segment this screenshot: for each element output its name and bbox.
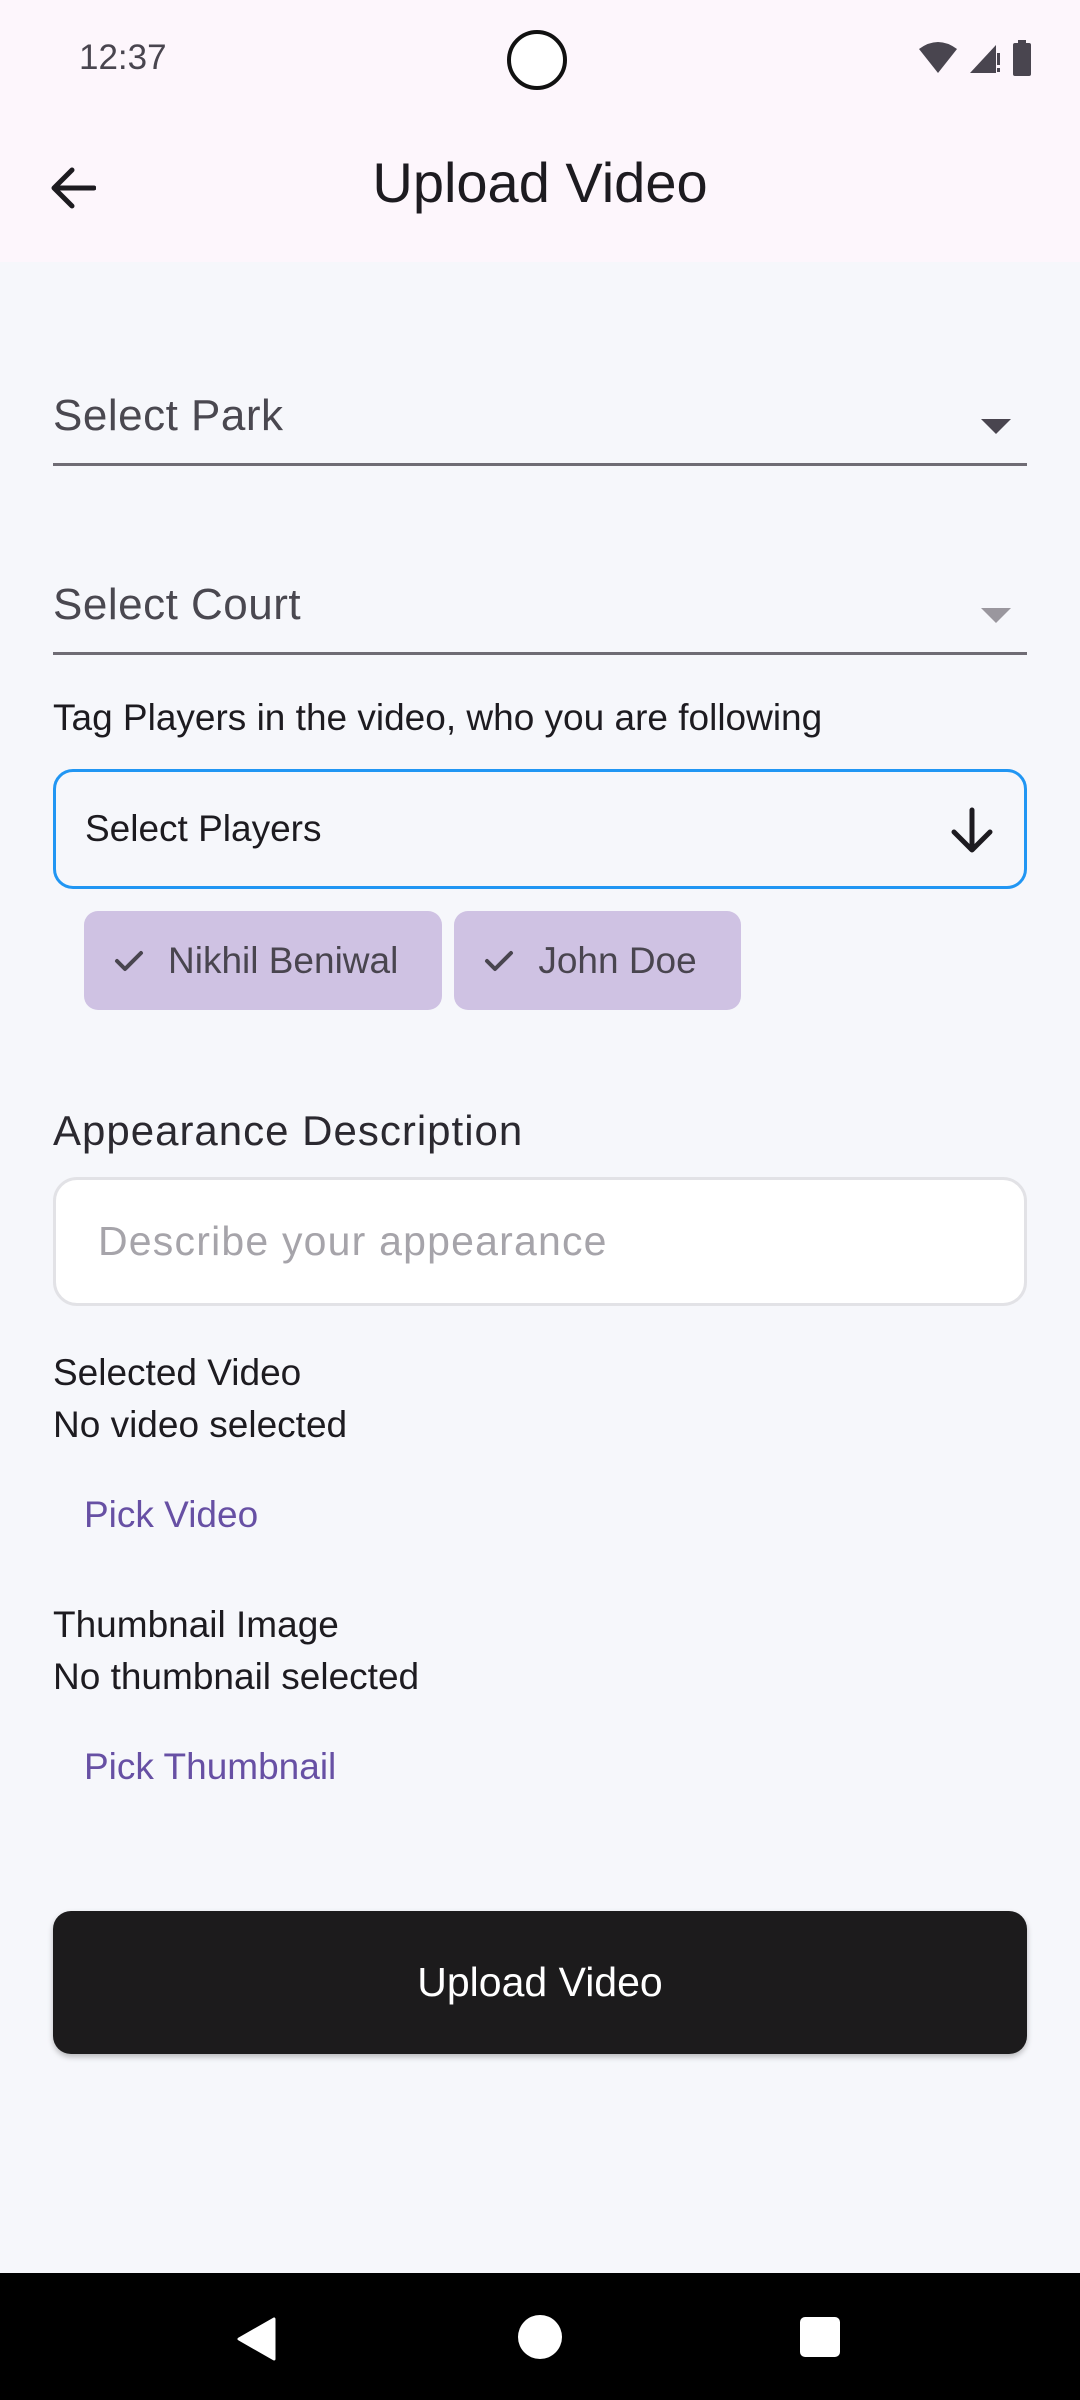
pick-video-button[interactable]: Pick Video bbox=[84, 1494, 258, 1536]
select-park-label: Select Park bbox=[53, 391, 284, 440]
player-chip-john[interactable]: John Doe bbox=[454, 911, 741, 1010]
appearance-description-input[interactable] bbox=[53, 1177, 1027, 1306]
select-court-label: Select Court bbox=[53, 580, 302, 629]
upload-video-label: Upload Video bbox=[417, 1959, 663, 2005]
upload-video-button[interactable]: Upload Video bbox=[53, 1911, 1027, 2054]
thumbnail-heading: Thumbnail Image bbox=[53, 1604, 339, 1645]
selected-players-chips: Nikhil Beniwal John Doe bbox=[84, 911, 741, 1010]
nav-home-icon[interactable] bbox=[518, 2315, 562, 2359]
wifi-icon bbox=[919, 42, 957, 73]
camera-cutout bbox=[507, 30, 567, 90]
system-nav-bar bbox=[0, 2273, 1080, 2400]
select-park-dropdown[interactable]: Select Park bbox=[53, 349, 1027, 466]
battery-icon bbox=[1013, 40, 1031, 76]
nav-recents-icon[interactable] bbox=[800, 2317, 840, 2357]
chip-label: Nikhil Beniwal bbox=[168, 939, 399, 981]
caret-down-icon bbox=[981, 608, 1011, 623]
selected-video-heading: Selected Video bbox=[53, 1352, 302, 1393]
nav-back-icon[interactable] bbox=[236, 2317, 276, 2361]
chip-label: John Doe bbox=[538, 939, 697, 981]
appearance-heading: Appearance Description bbox=[53, 1107, 524, 1154]
pick-thumbnail-button[interactable]: Pick Thumbnail bbox=[84, 1746, 336, 1788]
cell-signal-icon bbox=[970, 45, 1000, 73]
app-header: 12:37 Upload Video bbox=[0, 0, 1080, 262]
arrow-down-icon bbox=[951, 807, 993, 853]
page-title: Upload Video bbox=[372, 151, 708, 214]
select-players-label: Select Players bbox=[85, 808, 322, 849]
video-status: No video selected bbox=[53, 1404, 348, 1445]
select-players-field[interactable]: Select Players bbox=[53, 769, 1027, 889]
tag-players-label: Tag Players in the video, who you are fo… bbox=[53, 697, 823, 738]
status-time: 12:37 bbox=[79, 38, 167, 77]
thumbnail-status: No thumbnail selected bbox=[53, 1656, 420, 1697]
status-icons bbox=[918, 40, 1032, 76]
check-icon bbox=[485, 950, 514, 971]
select-court-dropdown[interactable]: Select Court bbox=[53, 538, 1027, 655]
check-icon bbox=[115, 950, 143, 971]
player-chip-nikhil[interactable]: Nikhil Beniwal bbox=[84, 911, 443, 1010]
caret-down-icon bbox=[981, 419, 1011, 434]
